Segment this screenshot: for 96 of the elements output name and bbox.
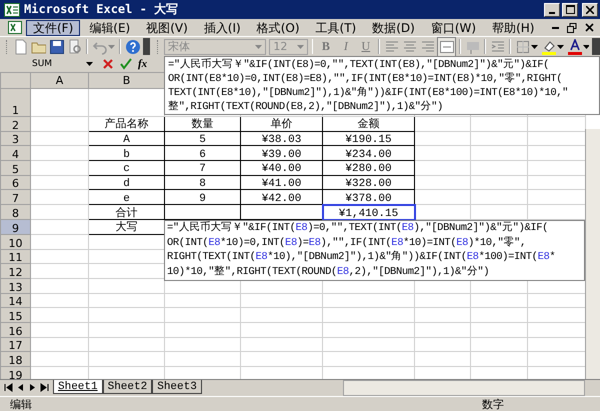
table-cell: 6 bbox=[164, 146, 240, 161]
menu-item[interactable]: 插入(I) bbox=[196, 20, 248, 36]
table-cell: 数量 bbox=[164, 116, 240, 132]
row-header[interactable]: 7 bbox=[0, 190, 30, 205]
row-header[interactable]: 12 bbox=[0, 264, 30, 278]
column-header[interactable]: A bbox=[30, 72, 88, 88]
row-header[interactable]: 3 bbox=[0, 131, 30, 146]
row-header[interactable]: 4 bbox=[0, 146, 30, 161]
insert-function-button[interactable]: fx bbox=[138, 58, 148, 70]
caret-icon[interactable] bbox=[582, 44, 590, 48]
row-header[interactable]: 5 bbox=[0, 160, 30, 176]
row-header[interactable]: 13 bbox=[0, 278, 30, 294]
sheet-tab[interactable]: Sheet2 bbox=[102, 380, 152, 394]
status-indicator: 数字 bbox=[482, 398, 504, 410]
table-cell: e bbox=[88, 190, 164, 205]
maximize-button[interactable] bbox=[562, 2, 578, 16]
row-header[interactable]: 18 bbox=[0, 352, 30, 366]
table-cell: ¥38.03 bbox=[240, 131, 322, 146]
save-icon[interactable] bbox=[48, 38, 64, 54]
caret-icon[interactable] bbox=[557, 44, 564, 48]
vertical-scrollbar[interactable] bbox=[585, 129, 600, 379]
table-cell: ¥280.00 bbox=[322, 160, 414, 176]
name-box[interactable]: SUM bbox=[0, 57, 96, 71]
table-cell: d bbox=[88, 175, 164, 190]
table-cell: ¥190.15 bbox=[322, 131, 414, 146]
table-cell: ¥40.00 bbox=[240, 160, 322, 176]
menu-item[interactable]: 数据(D) bbox=[365, 20, 422, 36]
new-document-icon[interactable] bbox=[12, 38, 28, 54]
sheet-tab[interactable]: Sheet1 bbox=[53, 380, 103, 394]
table-cell: 7 bbox=[164, 160, 240, 176]
table-cell: ¥234.00 bbox=[322, 146, 414, 161]
row-header[interactable]: 15 bbox=[0, 308, 30, 322]
row-header[interactable]: 9 bbox=[0, 220, 30, 234]
next-sheet-icon[interactable] bbox=[28, 383, 37, 392]
row-header[interactable]: 17 bbox=[0, 337, 30, 352]
cancel-icon[interactable] bbox=[102, 58, 114, 70]
formula-field[interactable]: ="人民币大写￥"&IF(INT(E8)=0,"",TEXT(INT(E8),"[DBNum2]")&"元")&IF( OR(INT(E8*10)=0,INT(E8)=E8),"",IF(INT(E8*10)=INT(E8)*10,"零",RIGHT( TEXT(INT(E8*10),"[DBNum2]"),1)&"角"))&IF(INT(E8*100)=INT(E8*10)*10," 整",RIGHT(TEXT(ROUND(E8,2),"[DBNum2]"),1)&"分") bbox=[164, 56, 600, 115]
table-cell: 8 bbox=[164, 175, 240, 190]
row-header[interactable]: 11 bbox=[0, 249, 30, 264]
close-icon[interactable] bbox=[585, 23, 594, 32]
row-header[interactable]: 16 bbox=[0, 322, 30, 338]
merge-center-icon[interactable] bbox=[438, 38, 456, 56]
table-cell: 产品名称 bbox=[88, 116, 164, 132]
table-cell: c bbox=[88, 160, 164, 176]
row-header[interactable]: 1 bbox=[0, 88, 30, 116]
table-cell: ¥39.00 bbox=[240, 146, 322, 161]
table-cell: ¥328.00 bbox=[322, 175, 414, 190]
table-cell: A bbox=[88, 131, 164, 146]
caret-icon bbox=[296, 44, 304, 48]
close-button[interactable] bbox=[582, 2, 598, 16]
table-cell: 金额 bbox=[322, 116, 414, 132]
minimize-icon[interactable] bbox=[552, 26, 559, 28]
minimize-icon bbox=[549, 12, 555, 14]
table-cell: 合计 bbox=[88, 204, 164, 220]
menu-item[interactable]: 工具(T) bbox=[308, 20, 364, 36]
restore-icon[interactable] bbox=[567, 22, 577, 32]
caret-icon bbox=[255, 44, 262, 48]
cell-editor[interactable]: ="人民币大写￥"&IF(INT(E8)=0,"",TEXT(INT(E8),"[DBNum2]")&"元")&IF( OR(INT(E8*10)=0,INT(E8)=E8),"",IF(INT(E8*10)=INT(E8)*10,"零", RIGHT(TEXT(INT(E8*10),"[DBNum2]"),1)&"角"))&IF(INT(E8*100)=INT(E8* 10)*10,"整",RIGHT(TEXT(ROUND(E8,2),"[DBNum2]"),1)&"分") bbox=[164, 220, 585, 281]
table-cell: ¥42.00 bbox=[240, 190, 322, 205]
table-cell: 5 bbox=[164, 131, 240, 146]
table-cell: b bbox=[88, 146, 164, 161]
fill-color-icon[interactable] bbox=[541, 38, 556, 54]
font-color-icon[interactable] bbox=[566, 38, 582, 54]
column-header[interactable]: B bbox=[88, 72, 164, 88]
toolbar-overflow-button[interactable] bbox=[142, 38, 150, 55]
caret-icon bbox=[86, 62, 93, 66]
table-cell: ¥41.00 bbox=[240, 175, 322, 190]
row-header[interactable]: 14 bbox=[0, 293, 30, 308]
row-header[interactable]: 2 bbox=[0, 116, 30, 132]
menu-item[interactable]: 窗口(W) bbox=[424, 20, 484, 36]
excel-logo-icon bbox=[4, 2, 20, 16]
horizontal-scrollbar[interactable] bbox=[343, 380, 585, 396]
row-header[interactable]: 10 bbox=[0, 234, 30, 249]
menu-item[interactable]: 帮助(H) bbox=[485, 20, 542, 36]
window-title: Microsoft Excel - 大写 bbox=[24, 1, 180, 18]
maximize-icon bbox=[566, 5, 574, 14]
row-header[interactable]: 19 bbox=[0, 366, 30, 379]
table-cell: 9 bbox=[164, 190, 240, 205]
workbook-icon bbox=[8, 21, 22, 34]
first-sheet-icon[interactable] bbox=[4, 383, 13, 392]
menu-item[interactable]: 格式(O) bbox=[250, 20, 307, 36]
table-cell: 单价 bbox=[240, 116, 322, 132]
last-sheet-icon[interactable] bbox=[40, 383, 49, 392]
previous-sheet-icon[interactable] bbox=[16, 383, 25, 392]
close-icon bbox=[586, 6, 594, 14]
sheet-tab[interactable]: Sheet3 bbox=[152, 380, 202, 394]
row-header[interactable]: 8 bbox=[0, 204, 30, 220]
checkmark-icon[interactable] bbox=[120, 58, 132, 70]
menu-item[interactable]: 视图(V) bbox=[139, 20, 195, 36]
row-header[interactable]: 6 bbox=[0, 175, 30, 190]
caret-icon[interactable] bbox=[531, 44, 538, 48]
status-mode: 编辑 bbox=[10, 398, 32, 410]
menu-item[interactable]: 文件(F) bbox=[26, 20, 80, 36]
menu-item[interactable]: 编辑(E) bbox=[82, 20, 138, 36]
help-icon[interactable] bbox=[124, 38, 140, 54]
minimize-button[interactable] bbox=[544, 2, 560, 16]
